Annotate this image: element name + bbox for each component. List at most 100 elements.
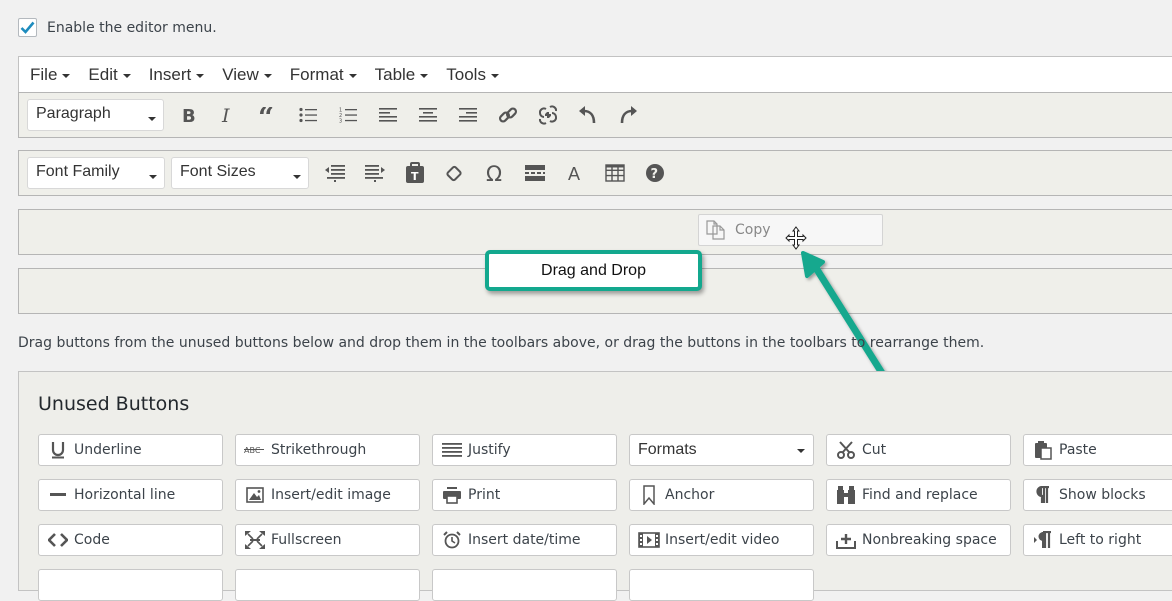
svg-text:B: B <box>182 106 196 124</box>
clear-formatting-button[interactable] <box>435 157 475 189</box>
drag-and-drop-callout: Drag and Drop <box>485 250 702 291</box>
outdent-icon <box>325 165 345 182</box>
read-more-button[interactable] <box>515 157 555 189</box>
outdent-button[interactable] <box>315 157 355 189</box>
help-button[interactable]: ? <box>635 157 675 189</box>
blockquote-button[interactable]: “ <box>248 99 288 131</box>
font-sizes-select[interactable]: Font Sizes <box>171 157 309 189</box>
font-sizes-value: Font Sizes <box>180 163 256 180</box>
button-label: Justify <box>468 442 511 458</box>
bullet-list-button[interactable] <box>288 99 328 131</box>
editor-menubar: File Edit Insert View Format Table Tools <box>18 56 1172 92</box>
numbered-list-icon: 123 <box>339 108 357 124</box>
toolbar-2[interactable]: Font Family Font Sizes T Ω A ? <box>18 150 1172 196</box>
menu-insert[interactable]: Insert <box>149 65 205 85</box>
paste-text-icon: T <box>406 162 424 183</box>
unused-horizontal-line-button[interactable]: Horizontal line <box>38 479 223 511</box>
unused-button-partial[interactable] <box>235 569 420 601</box>
unused-code-button[interactable]: Code <box>38 524 223 556</box>
unused-image-button[interactable]: Insert/edit image <box>235 479 420 511</box>
menu-edit[interactable]: Edit <box>88 65 131 85</box>
bold-button[interactable]: B <box>168 99 208 131</box>
button-label: Print <box>468 487 501 503</box>
align-right-icon <box>459 108 477 122</box>
video-icon <box>638 530 660 550</box>
special-character-button[interactable]: Ω <box>475 157 515 189</box>
redo-button[interactable] <box>608 99 648 131</box>
button-label: Insert/edit image <box>271 487 391 503</box>
button-label: Fullscreen <box>271 532 342 548</box>
alarm-clock-icon <box>441 530 463 550</box>
unused-paste-button[interactable]: Paste <box>1023 434 1172 466</box>
undo-button[interactable] <box>568 99 608 131</box>
paste-as-text-button[interactable]: T <box>395 157 435 189</box>
chevron-down-icon <box>797 449 805 453</box>
enable-menu-checkbox[interactable] <box>18 18 37 37</box>
unused-fullscreen-button[interactable]: Fullscreen <box>235 524 420 556</box>
toolbar-1[interactable]: Paragraph B I “ 123 <box>18 92 1172 138</box>
button-label: Nonbreaking space <box>862 532 997 548</box>
menu-format[interactable]: Format <box>290 65 357 85</box>
italic-button[interactable]: I <box>208 99 248 131</box>
table-button[interactable] <box>595 157 635 189</box>
read-more-icon <box>525 165 545 181</box>
pilcrow-icon <box>1032 485 1054 505</box>
toolbar-3-drop-zone[interactable] <box>18 209 1172 255</box>
menu-file[interactable]: File <box>30 65 71 85</box>
unused-anchor-button[interactable]: Anchor <box>629 479 814 511</box>
menu-table-label: Table <box>374 64 416 84</box>
unused-date-time-button[interactable]: Insert date/time <box>432 524 617 556</box>
unused-buttons-title: Unused Buttons <box>38 393 190 415</box>
unused-strikethrough-button[interactable]: ABC Strikethrough <box>235 434 420 466</box>
unused-show-blocks-button[interactable]: Show blocks <box>1023 479 1172 511</box>
unused-formats-select[interactable]: Formats <box>629 434 814 466</box>
unused-find-replace-button[interactable]: Find and replace <box>826 479 1011 511</box>
align-left-button[interactable] <box>368 99 408 131</box>
bookmark-icon <box>638 485 660 505</box>
unused-ltr-button[interactable]: Left to right <box>1023 524 1172 556</box>
block-format-select[interactable]: Paragraph <box>27 99 164 131</box>
ltr-icon <box>1032 530 1054 550</box>
unused-button-partial[interactable] <box>38 569 223 601</box>
underline-icon <box>47 440 69 460</box>
align-right-button[interactable] <box>448 99 488 131</box>
button-label: Left to right <box>1059 532 1142 548</box>
unused-print-button[interactable]: Print <box>432 479 617 511</box>
chevron-down-icon <box>420 74 429 78</box>
bullet-list-icon <box>299 107 317 123</box>
menu-view-label: View <box>222 64 259 84</box>
unused-underline-button[interactable]: Underline <box>38 434 223 466</box>
menu-table[interactable]: Table <box>375 65 429 85</box>
svg-text:3: 3 <box>339 119 342 124</box>
menu-insert-label: Insert <box>148 64 192 84</box>
svg-text:T: T <box>411 170 419 183</box>
link-button[interactable] <box>488 99 528 131</box>
unused-nonbreaking-space-button[interactable]: Nonbreaking space <box>826 524 1011 556</box>
text-color-button[interactable]: A <box>555 157 595 189</box>
align-center-button[interactable] <box>408 99 448 131</box>
menu-view[interactable]: View <box>222 65 272 85</box>
table-icon <box>605 164 625 182</box>
chevron-down-icon <box>62 74 71 78</box>
fullscreen-icon <box>244 530 266 550</box>
unused-cut-button[interactable]: Cut <box>826 434 1011 466</box>
chevron-down-icon <box>196 74 205 78</box>
unused-button-partial[interactable] <box>629 569 814 601</box>
font-family-select[interactable]: Font Family <box>27 157 165 189</box>
unlink-button[interactable] <box>528 99 568 131</box>
button-label: Code <box>74 532 110 548</box>
omega-icon: Ω <box>486 163 502 183</box>
eraser-icon <box>446 165 462 182</box>
unused-justify-button[interactable]: Justify <box>432 434 617 466</box>
svg-text:?: ? <box>651 167 659 182</box>
indent-button[interactable] <box>355 157 395 189</box>
indent-icon <box>365 165 385 182</box>
unused-button-partial[interactable] <box>432 569 617 601</box>
chevron-down-icon <box>122 74 131 78</box>
quote-icon: “ <box>258 107 274 123</box>
menu-tools[interactable]: Tools <box>446 65 499 85</box>
unused-video-button[interactable]: Insert/edit video <box>629 524 814 556</box>
numbered-list-button[interactable]: 123 <box>328 99 368 131</box>
copy-icon <box>706 220 725 240</box>
move-cursor-icon <box>785 226 807 250</box>
